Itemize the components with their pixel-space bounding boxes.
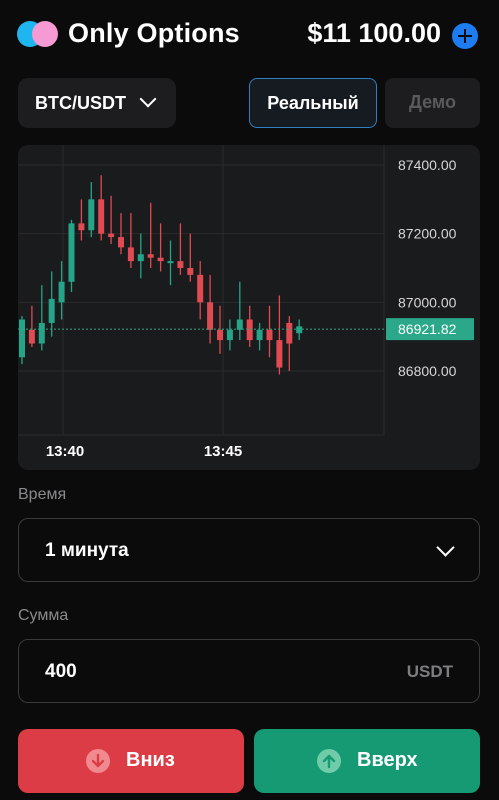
candle [276, 340, 283, 368]
candle [286, 322, 293, 344]
candle [28, 329, 35, 344]
candle [78, 223, 85, 231]
candle [226, 329, 233, 341]
account-mode-toggle: Реальный Демо [249, 78, 480, 128]
plus-circle-icon[interactable] [452, 23, 478, 49]
amount-unit: USDT [406, 662, 453, 681]
app-header: Only Options $11 100.00 [0, 0, 499, 70]
y-tick-label: 87200.00 [398, 226, 457, 242]
candle [157, 257, 164, 262]
mode-real-button[interactable]: Реальный [249, 78, 377, 128]
candle [147, 254, 154, 258]
candle [167, 261, 174, 264]
candle [187, 268, 194, 275]
time-label: Время [18, 486, 67, 503]
account-balance[interactable]: $11 100.00 [307, 18, 441, 49]
app-title: Only Options [68, 18, 240, 48]
x-tick-label: 13:45 [204, 443, 242, 460]
candle [246, 319, 253, 341]
candle [88, 199, 95, 231]
candle [118, 237, 124, 248]
logo-icon [17, 21, 59, 47]
candle [19, 319, 25, 358]
down-button[interactable]: Вниз [18, 729, 244, 793]
candle [48, 298, 55, 323]
candle [256, 329, 263, 341]
up-button-label: Вверх [357, 749, 418, 771]
arrow-up-circle-icon [317, 749, 341, 773]
candle [38, 322, 45, 344]
candle [127, 247, 134, 262]
chevron-down-icon [436, 538, 455, 557]
mode-demo-label: Демо [409, 92, 456, 112]
candle [177, 261, 184, 268]
down-button-label: Вниз [126, 749, 175, 771]
price-chart[interactable]: 87400.00 87200.00 87000.00 86800.00 13:40 13:… [18, 145, 480, 470]
arrow-down-circle-icon [86, 749, 110, 773]
mode-demo-button[interactable]: Демо [385, 78, 480, 128]
candle [108, 233, 115, 238]
mode-real-label: Реальный [267, 93, 359, 113]
amount-value: 400 [45, 661, 77, 682]
candle [207, 302, 214, 330]
candle [266, 329, 273, 341]
pair-label: BTC/USDT [35, 93, 126, 113]
candle [236, 319, 243, 330]
current-price-label: 86921.82 [398, 321, 457, 337]
x-tick-label: 13:40 [46, 443, 84, 460]
y-tick-label: 86800.00 [398, 363, 457, 379]
candle [217, 329, 223, 341]
candle [68, 223, 75, 282]
candle [296, 326, 303, 334]
candlestick-chart: 87400.00 87200.00 87000.00 86800.00 13:40 13:… [18, 145, 474, 460]
time-value: 1 минута [45, 540, 129, 561]
time-select[interactable]: 1 минута [18, 518, 480, 582]
candle [58, 281, 65, 303]
candle [137, 254, 144, 262]
y-tick-label: 87400.00 [398, 157, 457, 173]
candle [197, 274, 204, 303]
candle [98, 199, 105, 234]
up-button[interactable]: Вверх [254, 729, 480, 793]
chevron-down-icon [139, 90, 157, 108]
amount-input[interactable]: 400 USDT [18, 639, 480, 703]
amount-label: Сумма [18, 607, 69, 624]
pair-selector[interactable]: BTC/USDT [18, 78, 176, 128]
y-tick-label: 87000.00 [398, 294, 457, 310]
